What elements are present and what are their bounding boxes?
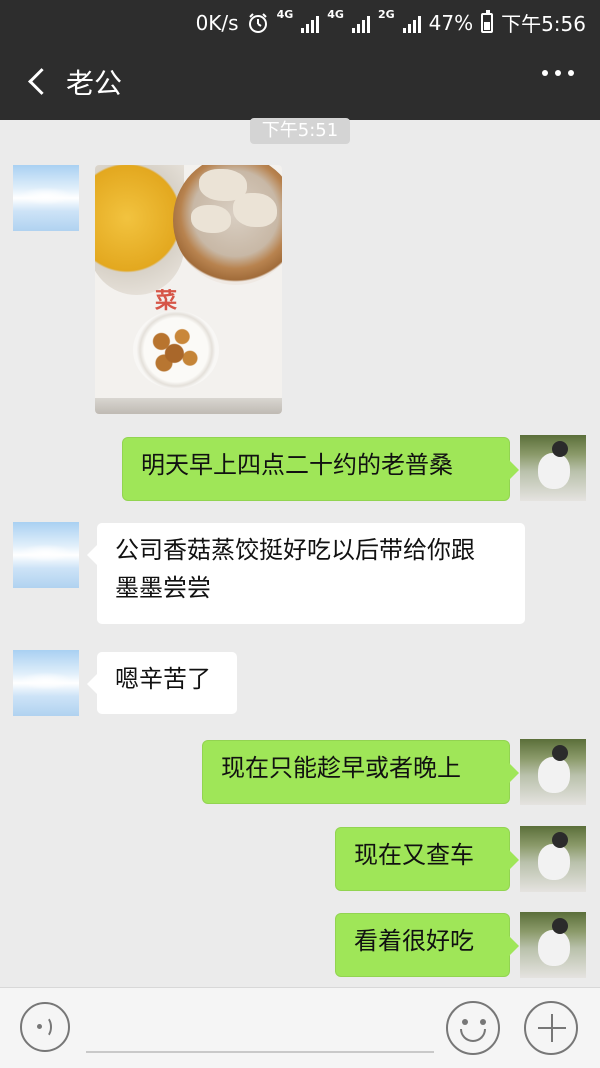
message-text: 现在又查车 (354, 841, 474, 869)
clock: 下午5:56 (501, 12, 586, 36)
contact-avatar[interactable] (13, 522, 79, 588)
message-bubble[interactable]: 公司香菇蒸饺挺好吃以后带给你跟 墨墨尝尝 (87, 522, 526, 625)
more-button[interactable] (542, 70, 574, 76)
my-avatar[interactable] (520, 435, 586, 501)
my-avatar[interactable] (520, 912, 586, 978)
contact-avatar[interactable] (13, 165, 79, 231)
message-text-line-2: 墨墨尝尝 (115, 574, 211, 602)
network-type-3: 2G (377, 8, 395, 21)
message-text-line-1: 公司香菇蒸饺挺好吃以后带给你跟 (115, 536, 475, 564)
message-time-label: 下午5:51 (250, 118, 350, 144)
message-bubble[interactable]: 看着很好吃 (335, 913, 519, 977)
input-bar (0, 987, 600, 1068)
plus-icon[interactable] (524, 1001, 578, 1055)
status-bar: 0K/s 4G 4G 2G 47% 下午5:56 (0, 0, 600, 42)
message-bubble[interactable]: 现在又查车 (335, 827, 519, 891)
more-dots-icon (542, 70, 548, 76)
battery-percentage: 47% (428, 10, 474, 35)
network-type-2: 4G (327, 8, 344, 21)
message-text: 明天早上四点二十约的老普桑 (141, 451, 453, 479)
network-speed: 0K/s (195, 10, 239, 35)
message-bubble[interactable]: 现在只能趁早或者晚上 (202, 740, 519, 804)
voice-icon[interactable] (20, 1002, 70, 1052)
status-right: 0K/s 4G 4G 2G 47% 下午5:56 (196, 8, 586, 37)
message-text: 嗯辛苦了 (115, 665, 211, 693)
my-avatar[interactable] (520, 826, 586, 892)
network-type-1: 4G (276, 8, 294, 21)
chat-title: 老公 (66, 67, 123, 100)
photo-logo-text: 菜 (155, 289, 178, 314)
signal-icon (402, 13, 421, 33)
alarm-icon (248, 12, 267, 33)
my-avatar[interactable] (520, 739, 586, 805)
message-bubble[interactable]: 嗯辛苦了 (87, 651, 238, 715)
chat-header: 老公 (0, 42, 600, 120)
dumplings-photo[interactable]: 菜 (95, 165, 282, 414)
signal-icon (301, 13, 320, 33)
message-text: 看着很好吃 (354, 927, 474, 955)
message-text: 现在只能趁早或者晚上 (221, 754, 461, 782)
message-bubble[interactable]: 明天早上四点二十约的老普桑 (122, 437, 519, 501)
battery-icon (481, 9, 494, 33)
back-button[interactable] (18, 60, 60, 102)
emoji-icon[interactable] (446, 1001, 500, 1055)
message-input[interactable] (86, 1051, 434, 1053)
signal-icon (351, 13, 370, 33)
contact-avatar[interactable] (13, 650, 79, 716)
